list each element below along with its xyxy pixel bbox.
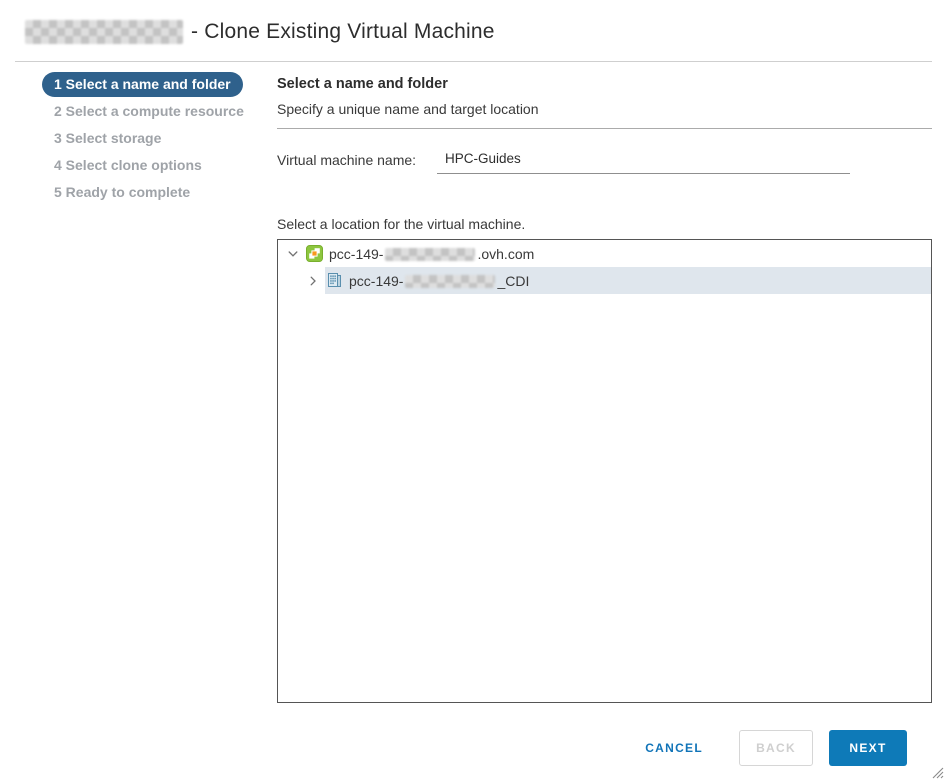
vm-name-row: Virtual machine name: (277, 149, 932, 174)
clone-vm-wizard-dialog: - Clone Existing Virtual Machine 1 Selec… (0, 0, 947, 782)
redacted-host-segment (385, 248, 475, 261)
tree-row-vcenter-label: pcc-149-.ovh.com (329, 246, 534, 262)
step-select-clone-options: 4 Select clone options (42, 153, 277, 178)
cancel-button[interactable]: CANCEL (643, 735, 705, 761)
chevron-down-icon[interactable] (286, 247, 300, 261)
chevron-right-icon[interactable] (306, 274, 320, 288)
step-ready-to-complete: 5 Ready to complete (42, 180, 277, 205)
tree-row-datacenter[interactable]: pcc-149-_CDI (278, 267, 931, 294)
section-title: Select a name and folder (277, 76, 932, 92)
tree-row-datacenter-label: pcc-149-_CDI (349, 273, 529, 289)
location-label: Select a location for the virtual machin… (277, 216, 932, 232)
section-divider (277, 128, 932, 129)
selected-tree-row-highlight[interactable]: pcc-149-_CDI (325, 267, 931, 294)
wizard-content: Select a name and folder Specify a uniqu… (277, 62, 932, 766)
wizard-steps: 1 Select a name and folder 2 Select a co… (42, 62, 277, 766)
dialog-title-text: - Clone Existing Virtual Machine (191, 20, 495, 44)
datacenter-icon (326, 272, 343, 289)
tree-row-vcenter[interactable]: pcc-149-.ovh.com (278, 240, 931, 267)
wizard-footer: CANCEL BACK NEXT (277, 730, 932, 766)
vcenter-server-icon (306, 245, 323, 262)
dialog-title: - Clone Existing Virtual Machine (25, 20, 922, 44)
resize-grip-icon[interactable] (932, 766, 944, 778)
step-select-storage: 3 Select storage (42, 126, 277, 151)
section-subtitle: Specify a unique name and target locatio… (277, 101, 932, 117)
back-button[interactable]: BACK (739, 730, 813, 766)
vm-name-input[interactable] (437, 149, 850, 174)
redacted-datacenter-segment (405, 275, 495, 288)
redacted-vm-name (25, 20, 183, 44)
next-button[interactable]: NEXT (829, 730, 907, 766)
dialog-header: - Clone Existing Virtual Machine (0, 0, 947, 61)
step-select-compute-resource: 2 Select a compute resource (42, 99, 277, 124)
location-tree: pcc-149-.ovh.com (277, 239, 932, 703)
step-select-name-folder[interactable]: 1 Select a name and folder (42, 72, 243, 97)
vm-name-label: Virtual machine name: (277, 149, 437, 168)
